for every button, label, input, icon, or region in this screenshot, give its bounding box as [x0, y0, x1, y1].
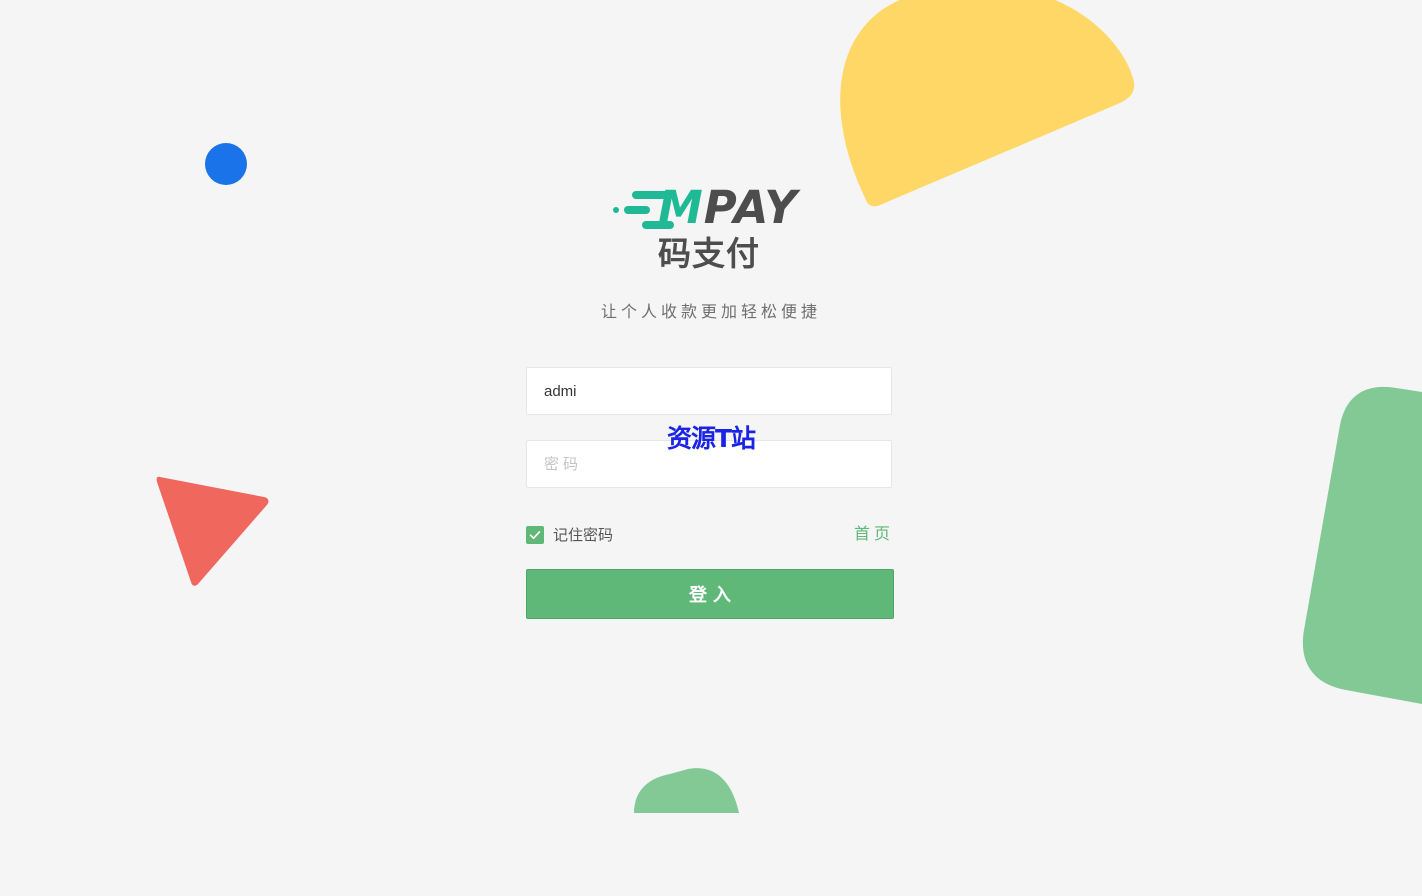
tagline: 让个人收款更加轻松便捷 — [600, 302, 821, 321]
home-link[interactable]: 首页 — [820, 524, 894, 544]
mpay-logo: MPAY 码支付 — [608, 182, 818, 278]
remember-password-label: 记住密码 — [553, 526, 614, 544]
decor-red-triangle — [156, 476, 269, 586]
remember-password-checkbox[interactable]: 记住密码 — [526, 524, 613, 545]
check-icon — [529, 530, 541, 539]
logo-pay-letters: PAY — [703, 181, 798, 234]
decor-yellow-semicircle — [840, 0, 1135, 207]
login-page: MPAY 码支付 让个人收款更加轻松便捷 资源T站 记住密码 首页 登入 — [0, 0, 1422, 896]
username-input[interactable] — [526, 367, 892, 415]
decor-blue-dot — [205, 143, 247, 185]
logo-m-letter: M — [658, 181, 704, 234]
decor-green-blob — [634, 768, 739, 813]
decor-green-rounded-rect — [1302, 386, 1422, 704]
logo-wordmark: MPAY — [658, 182, 798, 234]
login-button[interactable]: 登入 — [526, 569, 894, 619]
password-input[interactable] — [526, 440, 892, 488]
logo-subtitle: 码支付 — [658, 234, 760, 273]
checkbox-box[interactable] — [526, 525, 544, 544]
